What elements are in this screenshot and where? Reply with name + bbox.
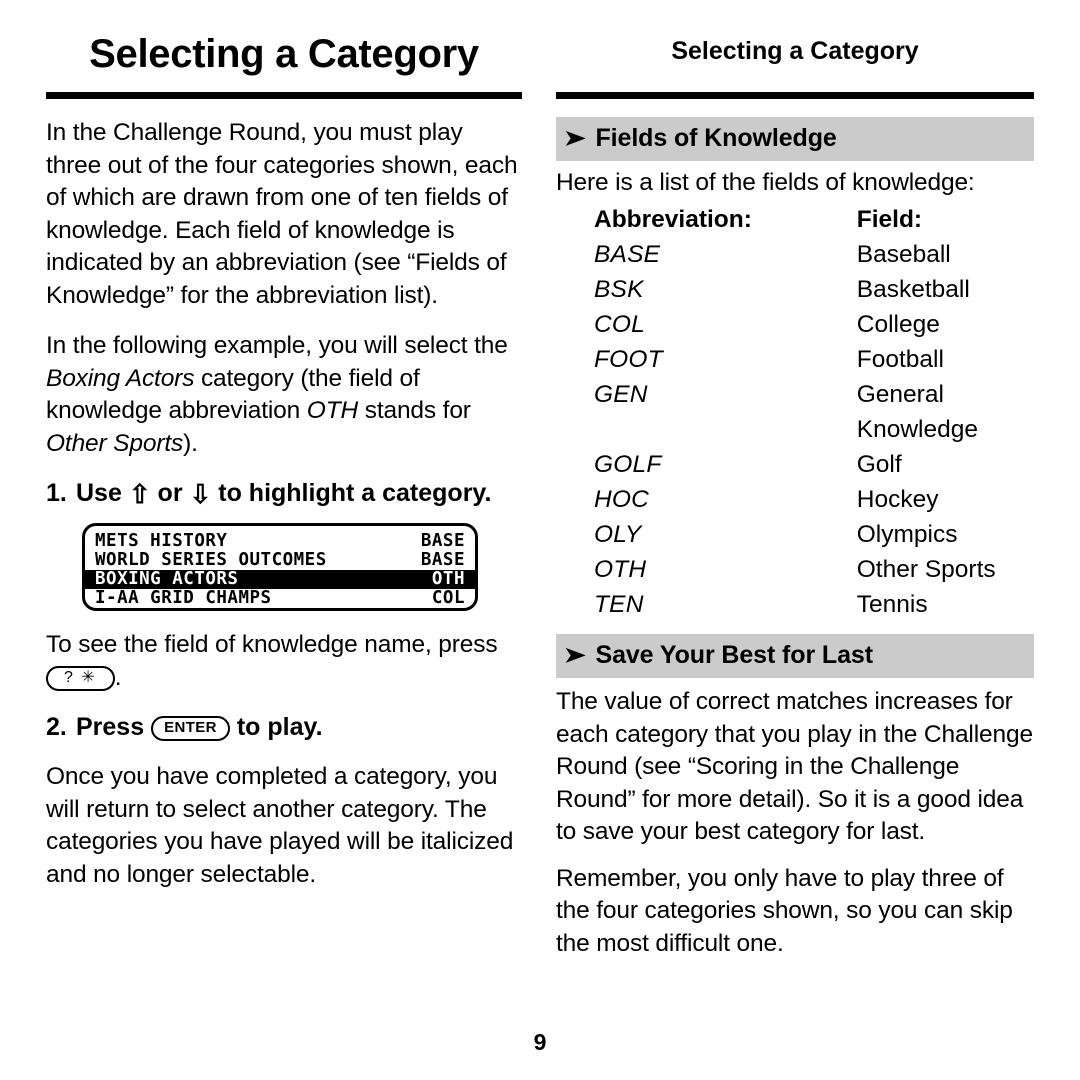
lcd-caption-text-2: . [114, 663, 122, 691]
step-2-text-part1: Press [76, 713, 152, 741]
table-row: TEN Tennis [594, 587, 1004, 622]
arrow-right-bullet-icon: ➤ [563, 126, 586, 150]
lcd-category-name: METS HISTORY [95, 531, 228, 551]
right-column: Selecting a Category ➤ Fields of Knowled… [556, 0, 1034, 960]
table-row: BASE Baseball [594, 237, 1004, 272]
abbr-cell: BASE [594, 241, 661, 268]
table-row: GOLF Golf [594, 447, 1004, 482]
lcd-caption: To see the field of knowledge name, pres… [46, 629, 522, 694]
title-rule-right [556, 91, 1034, 99]
table-row: OTH Other Sports [594, 552, 1004, 587]
abbr-cell: HOC [594, 486, 650, 513]
abbr-cell: COL [594, 311, 645, 338]
lcd-category-abbr: OTH [431, 569, 465, 589]
step-2-body: Once you have completed a category, you … [46, 763, 514, 888]
table-row: COL College [594, 307, 1004, 342]
arrow-down-icon: ⇩ [189, 479, 212, 509]
step-2-text: Press ENTER to play. [76, 712, 522, 743]
field-cell: Hockey [856, 486, 939, 513]
step-1-text-part1: Use [76, 479, 129, 507]
intro-paragraph: In the Challenge Round, you must play th… [46, 119, 518, 309]
page-number: 9 [533, 1029, 547, 1055]
field-cell: Golf [856, 451, 902, 478]
step-2-text-part2: to play. [229, 713, 323, 741]
example-italic-oth: OTH [306, 397, 359, 424]
lcd-row: I-AA GRID CHAMPS COL [85, 589, 475, 608]
fields-intro-text: Here is a list of the fields of knowledg… [556, 168, 975, 196]
example-text-4: ). [183, 429, 198, 457]
lcd-screen-illustration: METS HISTORY BASE WORLD SERIES OUTCOMES … [82, 523, 478, 611]
abbr-cell: TEN [594, 591, 644, 618]
lcd-category-name: WORLD SERIES OUTCOMES [95, 550, 327, 570]
table-row: BSK Basketball [594, 272, 1004, 307]
step-1: 1. Use ⇧ or ⇩ to highlight a category. [46, 478, 522, 509]
field-cell: General Knowledge [856, 381, 978, 443]
field-cell: Football [856, 346, 944, 373]
lcd-category-name: BOXING ACTORS [95, 569, 239, 589]
example-italic-other-sports: Other Sports [46, 429, 184, 457]
section-header-label: Fields of Knowledge [595, 123, 837, 152]
abbr-cell: GOLF [594, 451, 662, 478]
lcd-category-abbr: COL [431, 588, 465, 608]
left-column: Selecting a Category In the Challenge Ro… [46, 0, 522, 891]
column-header-abbreviation: Abbreviation: [594, 206, 752, 233]
abbreviation-table: Abbreviation: Field: BASE Baseball BSK B… [594, 203, 1004, 622]
step-2: 2. Press ENTER to play. [46, 712, 522, 743]
table-row: FOOT Football [594, 342, 1004, 377]
step-2-number: 2. [46, 713, 67, 741]
lcd-row-selected: BOXING ACTORS OTH [85, 570, 475, 589]
enter-key-icon: ENTER [151, 716, 230, 741]
lcd-category-abbr: BASE [420, 531, 465, 551]
example-italic-boxing-actors: Boxing Actors [46, 364, 195, 392]
step-1-text-part2: or [150, 479, 190, 507]
lcd-category-name: I-AA GRID CHAMPS [95, 588, 272, 608]
lcd-row: METS HISTORY BASE [85, 532, 475, 551]
table-row: HOC Hockey [594, 482, 1004, 517]
arrow-right-bullet-icon: ➤ [563, 644, 586, 667]
step-1-number: 1. [46, 479, 67, 507]
abbr-cell: OTH [594, 556, 647, 583]
abbr-cell: BSK [594, 276, 644, 303]
help-key-icon: ? ✳ [46, 665, 115, 691]
lcd-row: WORLD SERIES OUTCOMES BASE [85, 551, 475, 570]
save-best-paragraph-1: The value of correct matches increases f… [556, 688, 1033, 845]
section-header-save-your-best-for-last: ➤ Save Your Best for Last [556, 634, 1034, 678]
arrow-up-icon: ⇧ [128, 479, 151, 509]
table-header-row: Abbreviation: Field: [594, 203, 1004, 237]
lcd-category-abbr: BASE [420, 550, 465, 570]
example-paragraph: In the following example, you will selec… [46, 330, 522, 460]
title-rule-left [46, 92, 522, 99]
page-title-right: Selecting a Category [671, 37, 919, 65]
field-cell: College [856, 311, 940, 338]
field-cell: Other Sports [856, 556, 996, 583]
abbr-cell: OLY [594, 521, 642, 548]
example-text-3: stands for [358, 397, 471, 424]
column-header-field: Field: [856, 206, 923, 233]
table-row: GEN General Knowledge [594, 377, 1004, 447]
step-1-text: Use ⇧ or ⇩ to highlight a category. [76, 478, 522, 509]
save-best-paragraph-2: Remember, you only have to play three of… [556, 864, 1013, 957]
field-cell: Olympics [856, 521, 958, 548]
step-1-text-part3: to highlight a category. [211, 479, 492, 507]
section-header-label: Save Your Best for Last [595, 641, 874, 669]
page-title-left: Selecting a Category [89, 32, 479, 76]
field-cell: Tennis [856, 591, 928, 618]
section-header-fields-of-knowledge: ➤ Fields of Knowledge [556, 116, 1034, 161]
example-text-1: In the following example, you will selec… [46, 332, 508, 359]
abbr-cell: GEN [594, 381, 648, 408]
field-cell: Baseball [856, 241, 951, 268]
lcd-caption-text-1: To see the field of knowledge name, pres… [46, 631, 498, 658]
field-cell: Basketball [856, 276, 970, 303]
abbr-cell: FOOT [594, 346, 663, 373]
table-row: OLY Olympics [594, 517, 1004, 552]
manual-page: Selecting a Category In the Challenge Ro… [0, 0, 1080, 1080]
